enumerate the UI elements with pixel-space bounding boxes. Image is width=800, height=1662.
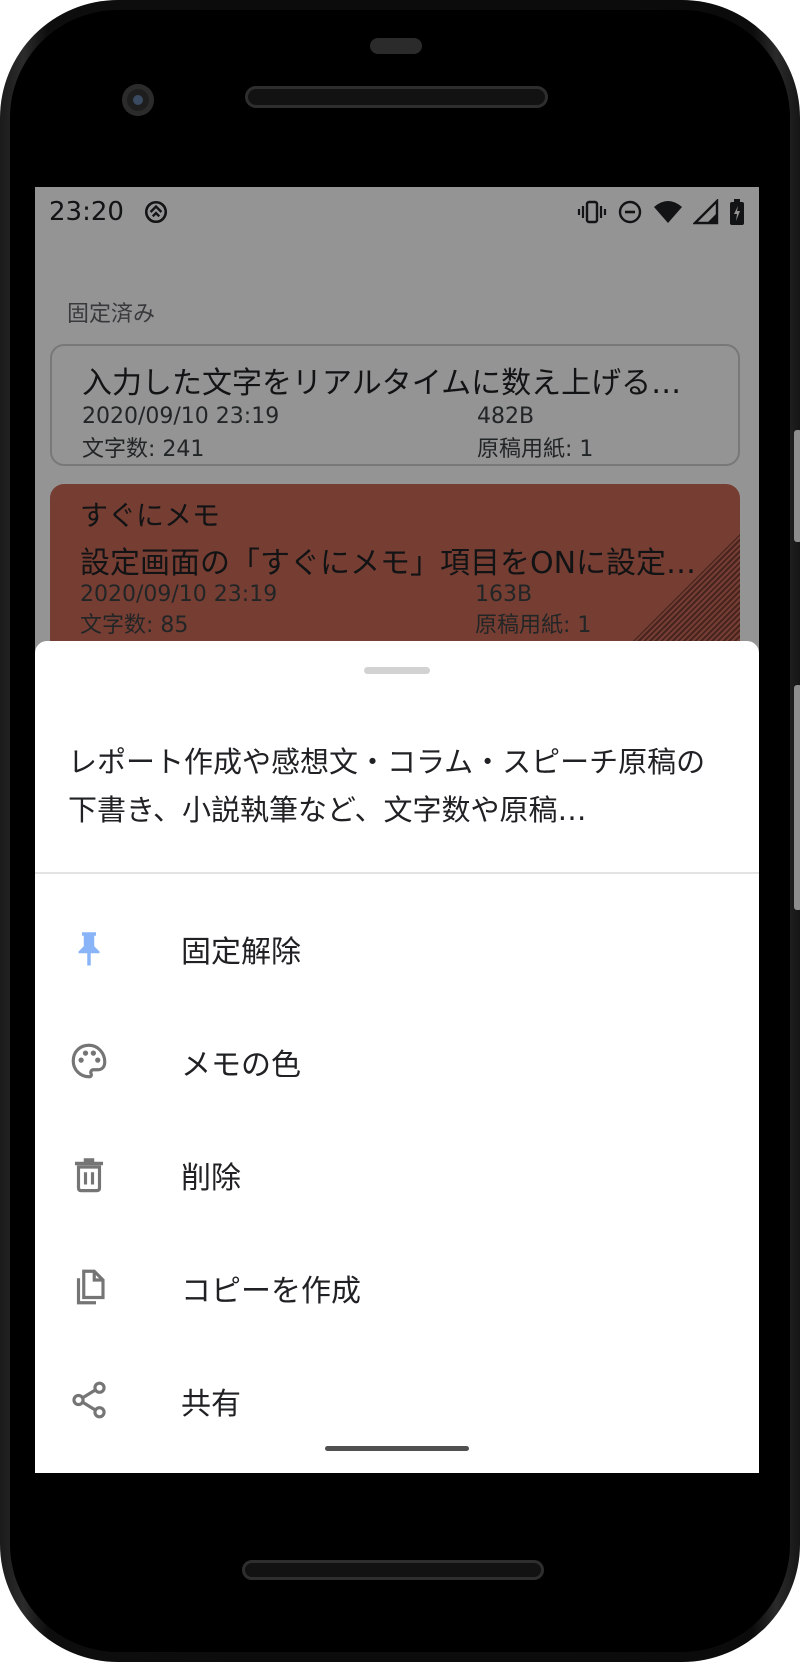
power-button [794, 430, 800, 542]
top-speaker [245, 86, 548, 108]
volume-button [794, 685, 800, 910]
menu-item-label: 共有 [181, 1387, 241, 1422]
sheet-drag-handle[interactable] [364, 667, 430, 674]
gesture-nav-bar[interactable] [325, 1446, 469, 1451]
screen: 23:20 固定済み 入力した文字をリアルタイムに数え上げる… 2020/09/… [35, 187, 759, 1473]
bottom-speaker [242, 1560, 544, 1580]
menu-item-label: 削除 [181, 1161, 241, 1196]
bottom-sheet: レポート作成や感想文・コラム・スピーチ原稿の下書き、小説執筆など、文字数や原稿…… [35, 641, 759, 1473]
menu-item-delete[interactable]: 削除 [35, 1117, 759, 1230]
front-camera [122, 84, 154, 116]
menu-item-label: コピーを作成 [181, 1274, 361, 1309]
menu-item-memo-color[interactable]: メモの色 [35, 1004, 759, 1117]
device-frame: 23:20 固定済み 入力した文字をリアルタイムに数え上げる… 2020/09/… [0, 0, 800, 1662]
copy-icon [76, 1269, 105, 1305]
menu-item-share[interactable]: 共有 [35, 1343, 759, 1456]
trash-icon [75, 1158, 103, 1193]
memo-preview-text: レポート作成や感想文・コラム・スピーチ原稿の下書き、小説執筆など、文字数や原稿… [68, 745, 706, 827]
menu-item-label: 固定解除 [181, 935, 301, 970]
earpiece-slot [370, 38, 422, 54]
sheet-divider [35, 872, 759, 874]
pin-icon [78, 932, 100, 966]
share-icon [72, 1381, 106, 1419]
menu-item-label: メモの色 [181, 1048, 301, 1083]
menu-item-unpin[interactable]: 固定解除 [35, 891, 759, 1004]
menu-item-make-copy[interactable]: コピーを作成 [35, 1230, 759, 1343]
palette-icon [71, 1043, 107, 1079]
